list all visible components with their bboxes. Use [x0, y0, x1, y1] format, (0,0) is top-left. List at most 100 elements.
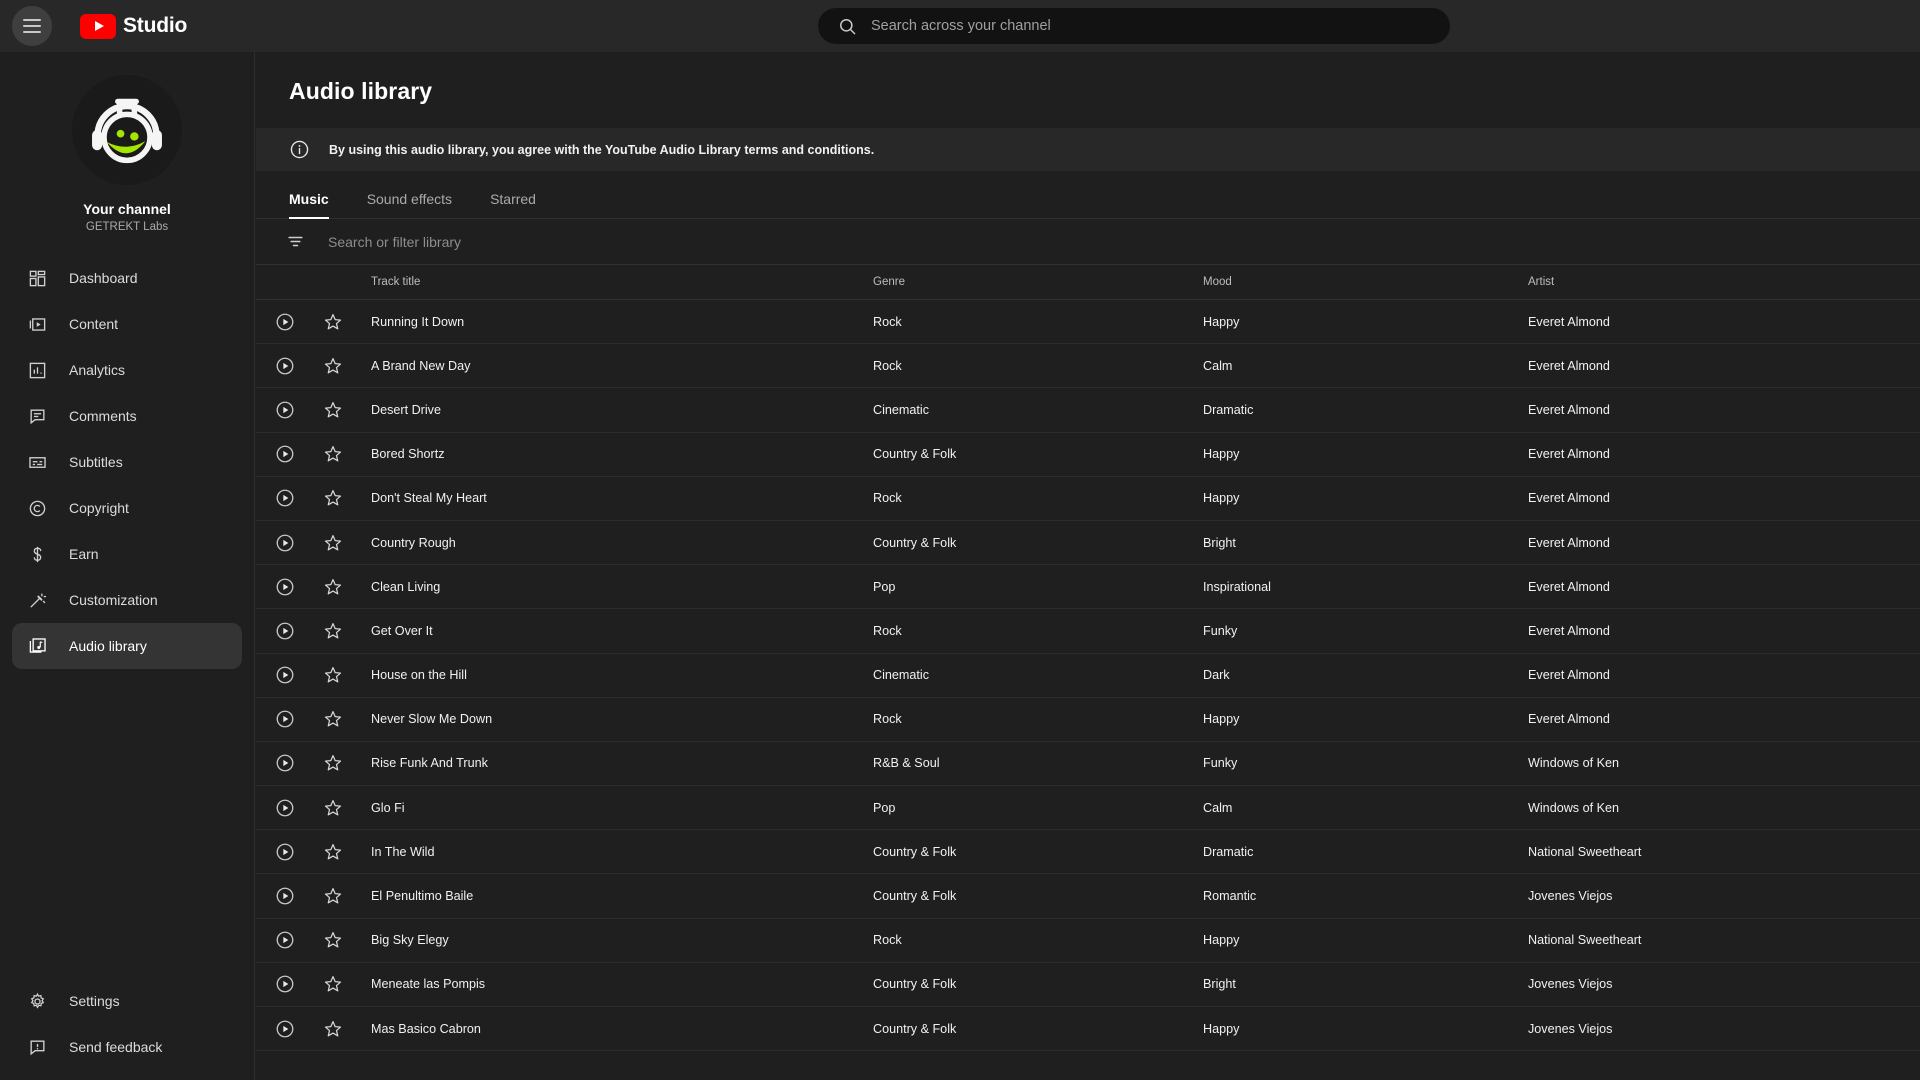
play-circle-icon[interactable]	[275, 798, 295, 818]
star-outline-icon[interactable]	[323, 753, 343, 773]
play-circle-icon[interactable]	[275, 577, 295, 597]
table-row[interactable]: Get Over It Rock Funky Everet Almond	[256, 609, 1920, 654]
table-row[interactable]: House on the Hill Cinematic Dark Everet …	[256, 654, 1920, 698]
channel-name: GETREKT Labs	[85, 221, 169, 233]
star-outline-icon[interactable]	[323, 400, 343, 420]
play-circle-icon[interactable]	[275, 444, 295, 464]
star-outline-icon[interactable]	[323, 533, 343, 553]
sidebar-item-copyright[interactable]: Copyright	[12, 485, 242, 531]
star-outline-icon[interactable]	[323, 665, 343, 685]
track-artist: Jovenes Viejos	[1528, 977, 1613, 992]
hamburger-icon[interactable]	[12, 6, 52, 46]
track-title: Clean Living	[371, 579, 441, 594]
sidebar-item-label: Customization	[69, 592, 158, 608]
play-circle-icon[interactable]	[275, 842, 295, 862]
track-title: Never Slow Me Down	[371, 712, 493, 727]
analytics-icon	[24, 361, 50, 380]
star-outline-icon[interactable]	[323, 842, 343, 862]
track-mood: Happy	[1203, 1021, 1240, 1036]
sidebar-item-analytics[interactable]: Analytics	[12, 347, 242, 393]
table-header: Track title Genre Mood Artist	[256, 265, 1920, 300]
play-circle-icon[interactable]	[275, 621, 295, 641]
play-circle-icon[interactable]	[275, 930, 295, 950]
sidebar-item-content[interactable]: Content	[12, 301, 242, 347]
table-row[interactable]: Meneate las Pompis Country & Folk Bright…	[256, 963, 1920, 1007]
sidebar-item-subtitles[interactable]: Subtitles	[12, 439, 242, 485]
table-row[interactable]: Bored Shortz Country & Folk Happy Everet…	[256, 433, 1920, 477]
search-input[interactable]	[871, 18, 1401, 34]
star-outline-icon[interactable]	[323, 886, 343, 906]
track-title: Get Over It	[371, 623, 433, 638]
sidebar-item-settings[interactable]: Settings	[12, 978, 243, 1024]
play-circle-icon[interactable]	[275, 312, 295, 332]
tab-starred[interactable]: Starred	[490, 191, 536, 218]
track-mood: Romantic	[1203, 889, 1257, 904]
play-circle-icon[interactable]	[275, 709, 295, 729]
table-row[interactable]: Running It Down Rock Happy Everet Almond	[256, 300, 1920, 345]
star-outline-icon[interactable]	[323, 356, 343, 376]
sidebar-item-label: Subtitles	[69, 454, 123, 470]
track-genre: Country & Folk	[873, 1021, 957, 1036]
search-filter-input[interactable]	[328, 233, 1028, 250]
table-row[interactable]: Clean Living Pop Inspirational Everet Al…	[256, 565, 1920, 610]
tab-sound-effects[interactable]: Sound effects	[367, 191, 452, 218]
filter-icon[interactable]	[286, 232, 305, 251]
sidebar-item-dashboard[interactable]: Dashboard	[12, 255, 242, 301]
play-circle-icon[interactable]	[275, 488, 295, 508]
track-artist: National Sweetheart	[1528, 844, 1642, 859]
library-tabs: Music Sound effects Starred	[256, 171, 1920, 219]
table-row[interactable]: Rise Funk And Trunk R&B & Soul Funky Win…	[256, 742, 1920, 787]
play-circle-icon[interactable]	[275, 400, 295, 420]
track-title: Running It Down	[371, 314, 465, 329]
star-outline-icon[interactable]	[323, 444, 343, 464]
sidebar-item-comments[interactable]: Comments	[12, 393, 242, 439]
table-row[interactable]: El Penultimo Baile Country & Folk Romant…	[256, 874, 1920, 919]
table-row[interactable]: Big Sky Elegy Rock Happy National Sweeth…	[256, 919, 1920, 963]
play-circle-icon[interactable]	[275, 753, 295, 773]
sidebar-item-label: Settings	[69, 993, 120, 1009]
track-genre: Rock	[873, 712, 902, 727]
star-outline-icon[interactable]	[323, 930, 343, 950]
star-outline-icon[interactable]	[323, 312, 343, 332]
library-filter-bar[interactable]	[256, 219, 1920, 265]
sidebar-item-audio-library[interactable]: Audio library	[12, 623, 242, 669]
sidebar-item-earn[interactable]: Earn	[12, 531, 242, 577]
play-circle-icon[interactable]	[275, 356, 295, 376]
track-title: Meneate las Pompis	[371, 977, 486, 992]
table-row[interactable]: In The Wild Country & Folk Dramatic Nati…	[256, 830, 1920, 875]
tab-music[interactable]: Music	[289, 191, 329, 219]
terms-info-banner: By using this audio library, you agree w…	[256, 128, 1920, 171]
sidebar-item-customization[interactable]: Customization	[12, 577, 242, 623]
track-artist: Everet Almond	[1528, 358, 1610, 373]
track-genre: Country & Folk	[873, 844, 957, 859]
table-row[interactable]: Never Slow Me Down Rock Happy Everet Alm…	[256, 698, 1920, 742]
star-outline-icon[interactable]	[323, 577, 343, 597]
table-row[interactable]: Country Rough Country & Folk Bright Ever…	[256, 521, 1920, 566]
sidebar-item-send-feedback[interactable]: Send feedback	[12, 1024, 243, 1070]
table-row[interactable]: Desert Drive Cinematic Dramatic Everet A…	[256, 388, 1920, 433]
play-circle-icon[interactable]	[275, 665, 295, 685]
play-circle-icon[interactable]	[275, 974, 295, 994]
star-outline-icon[interactable]	[323, 798, 343, 818]
channel-block[interactable]: Your channel GETREKT Labs	[0, 52, 254, 233]
table-row[interactable]: Mas Basico Cabron Country & Folk Happy J…	[256, 1007, 1920, 1052]
star-outline-icon[interactable]	[323, 709, 343, 729]
star-outline-icon[interactable]	[323, 1019, 343, 1039]
global-search-box[interactable]	[818, 8, 1450, 44]
studio-brand[interactable]: Studio	[80, 13, 187, 39]
star-outline-icon[interactable]	[323, 488, 343, 508]
table-row[interactable]: A Brand New Day Rock Calm Everet Almond	[256, 344, 1920, 389]
play-circle-icon[interactable]	[275, 533, 295, 553]
star-outline-icon[interactable]	[323, 621, 343, 641]
star-outline-icon[interactable]	[323, 974, 343, 994]
track-title: Rise Funk And Trunk	[371, 756, 488, 771]
sidebar-item-label: Content	[69, 316, 119, 332]
table-row[interactable]: Glo Fi Pop Calm Windows of Ken	[256, 786, 1920, 831]
play-circle-icon[interactable]	[275, 1019, 295, 1039]
table-row[interactable]: Don't Steal My Heart Rock Happy Everet A…	[256, 477, 1920, 521]
track-artist: Jovenes Viejos	[1528, 1021, 1613, 1036]
track-artist: Everet Almond	[1528, 491, 1610, 506]
play-circle-icon[interactable]	[275, 886, 295, 906]
track-artist: Everet Almond	[1528, 535, 1610, 550]
comments-icon	[24, 407, 50, 426]
